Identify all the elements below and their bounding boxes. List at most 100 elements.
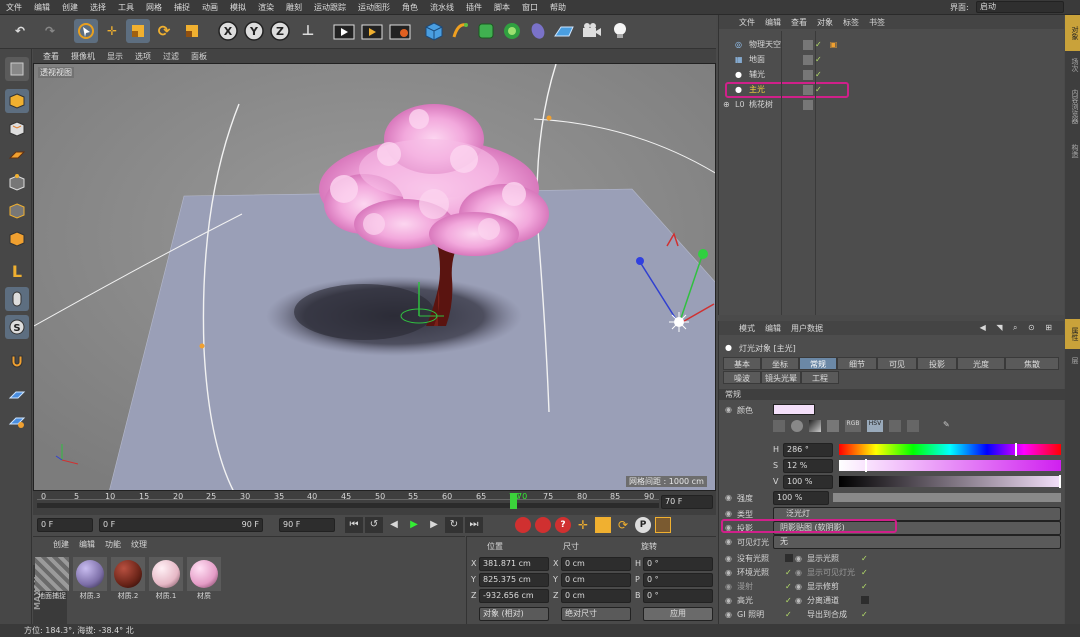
material-menu-item[interactable]: 创建: [53, 539, 69, 550]
tab-noise[interactable]: 噪波: [723, 371, 761, 384]
lock-workplane-icon[interactable]: [5, 383, 29, 407]
texture-mode-icon[interactable]: [5, 117, 29, 141]
value-field[interactable]: 100 %: [783, 475, 833, 489]
object-menu-item[interactable]: 书签: [869, 17, 885, 28]
checkbox-checked[interactable]: ✓: [861, 568, 868, 577]
menu-item[interactable]: 运动跟踪: [308, 2, 352, 13]
key-param-icon[interactable]: P: [635, 517, 651, 533]
checkbox-checked[interactable]: ✓: [785, 610, 792, 619]
workplane-mode-icon[interactable]: [5, 143, 29, 167]
size-y-field[interactable]: 0 cm: [561, 573, 631, 587]
tag-icon[interactable]: ▣: [830, 40, 838, 49]
light-bulb-icon[interactable]: [608, 19, 632, 43]
coordinate-mode-select[interactable]: 对象 (相对): [479, 607, 549, 621]
render-settings-icon[interactable]: [388, 19, 412, 43]
goto-start-icon[interactable]: ⏮: [345, 517, 363, 533]
object-menu-item[interactable]: 编辑: [765, 17, 781, 28]
interface-select[interactable]: 启动: [976, 1, 1064, 13]
enabled-check[interactable]: ✓: [815, 40, 822, 49]
y-axis-lock-icon[interactable]: Y: [242, 19, 266, 43]
expand-icon[interactable]: ⊕: [723, 100, 731, 109]
side-tab-takes[interactable]: 场次: [1065, 51, 1080, 79]
key-rotation-icon[interactable]: ⟳: [615, 517, 631, 533]
polygons-mode-icon[interactable]: [5, 227, 29, 251]
tab-general[interactable]: 常规: [799, 357, 837, 370]
color-swatch[interactable]: [773, 404, 815, 415]
x-axis-lock-icon[interactable]: X: [216, 19, 240, 43]
rotation-p-field[interactable]: 0 °: [643, 573, 713, 587]
cube-primitive-icon[interactable]: [422, 19, 446, 43]
tab-caustics[interactable]: 焦散: [1005, 357, 1059, 370]
goto-end-icon[interactable]: ⏭: [465, 517, 483, 533]
menu-item[interactable]: 雕刻: [280, 2, 308, 13]
material-item[interactable]: 材质.3: [73, 557, 107, 601]
floor-icon[interactable]: [552, 19, 576, 43]
side-tab-attributes[interactable]: 属性: [1065, 319, 1080, 349]
viewport-menu-item[interactable]: 查看: [37, 51, 65, 62]
option-row[interactable]: ◉ 显示光照 ✓: [795, 551, 955, 565]
option-row[interactable]: ◉ 显示修剪 ✓: [795, 579, 955, 593]
hue-slider[interactable]: [839, 444, 1061, 455]
material-menu-item[interactable]: 纹理: [131, 539, 147, 550]
tab-details[interactable]: 细节: [837, 357, 877, 370]
menu-item[interactable]: 动画: [196, 2, 224, 13]
animate-dot-icon[interactable]: ◉: [725, 537, 732, 546]
checkbox-checked[interactable]: ✓: [861, 610, 868, 619]
option-row[interactable]: ◉ 显示可见灯光 ✓: [795, 565, 955, 579]
menu-item[interactable]: 编辑: [28, 2, 56, 13]
menu-item[interactable]: 帮助: [544, 2, 572, 13]
viewport-menu-item[interactable]: 过滤: [157, 51, 185, 62]
kelvin-icon[interactable]: [889, 420, 901, 432]
attribute-menu-item[interactable]: 编辑: [765, 323, 781, 334]
material-menu-item[interactable]: 编辑: [79, 539, 95, 550]
enabled-check[interactable]: ✓: [815, 70, 822, 79]
mixer-icon[interactable]: [907, 420, 919, 432]
intensity-slider[interactable]: [833, 493, 1061, 502]
size-mode-select[interactable]: 绝对尺寸: [561, 607, 631, 621]
tab-basic[interactable]: 基本: [723, 357, 761, 370]
object-row[interactable]: ▦ 地面 ✓: [719, 52, 1065, 67]
hue-slider-handle[interactable]: [1015, 443, 1017, 456]
tab-coordinates[interactable]: 坐标: [761, 357, 799, 370]
tab-visibility[interactable]: 可见: [877, 357, 917, 370]
material-item[interactable]: 材质: [187, 557, 221, 601]
tab-project[interactable]: 工程: [801, 371, 839, 384]
play-icon[interactable]: ▶: [405, 517, 423, 533]
visible-light-select[interactable]: 无: [773, 535, 1061, 549]
apply-button[interactable]: 应用: [643, 607, 713, 621]
undo-icon[interactable]: ↶: [8, 19, 32, 43]
record-icon[interactable]: [515, 517, 531, 533]
make-editable-icon[interactable]: [5, 57, 29, 81]
attribute-menu-item[interactable]: 用户数据: [791, 323, 823, 334]
cloner-icon[interactable]: [500, 19, 524, 43]
z-axis-lock-icon[interactable]: Z: [268, 19, 292, 43]
pen-spline-icon[interactable]: [448, 19, 472, 43]
viewport-menu-item[interactable]: 显示: [101, 51, 129, 62]
size-x-field[interactable]: 0 cm: [561, 557, 631, 571]
position-y-field[interactable]: 825.375 cm: [479, 573, 549, 587]
object-menu-item[interactable]: 文件: [739, 17, 755, 28]
saturation-slider-handle[interactable]: [865, 459, 867, 472]
material-item[interactable]: 材质.1: [149, 557, 183, 601]
redo-icon[interactable]: ↷: [38, 19, 62, 43]
prev-frame-icon[interactable]: ◀: [385, 517, 403, 533]
object-menu-item[interactable]: 对象: [817, 17, 833, 28]
object-row[interactable]: ● 辅光 ✓: [719, 67, 1065, 82]
rgb-mode-icon[interactable]: RGB: [845, 420, 861, 432]
camera-icon[interactable]: [580, 19, 604, 43]
prev-key-icon[interactable]: ↺: [365, 517, 383, 533]
side-tab-objects[interactable]: 对象: [1065, 15, 1080, 51]
option-row[interactable]: ◉ 分离通道: [795, 593, 955, 607]
snap-icon[interactable]: S: [5, 315, 29, 339]
animate-dot-icon[interactable]: ◉: [725, 509, 732, 518]
side-tab-content-browser[interactable]: 内容浏览器: [1065, 79, 1080, 133]
viewport-menu-item[interactable]: 面板: [185, 51, 213, 62]
checkbox[interactable]: [861, 596, 869, 604]
menu-item[interactable]: 模拟: [224, 2, 252, 13]
keyframe-selection-icon[interactable]: ?: [555, 517, 571, 533]
start-frame-field[interactable]: 0 F: [37, 518, 93, 532]
value-slider[interactable]: [839, 476, 1061, 487]
tweak-mode-icon[interactable]: [5, 287, 29, 311]
checkbox-checked[interactable]: ✓: [785, 568, 792, 577]
position-z-field[interactable]: -932.656 cm: [479, 589, 549, 603]
